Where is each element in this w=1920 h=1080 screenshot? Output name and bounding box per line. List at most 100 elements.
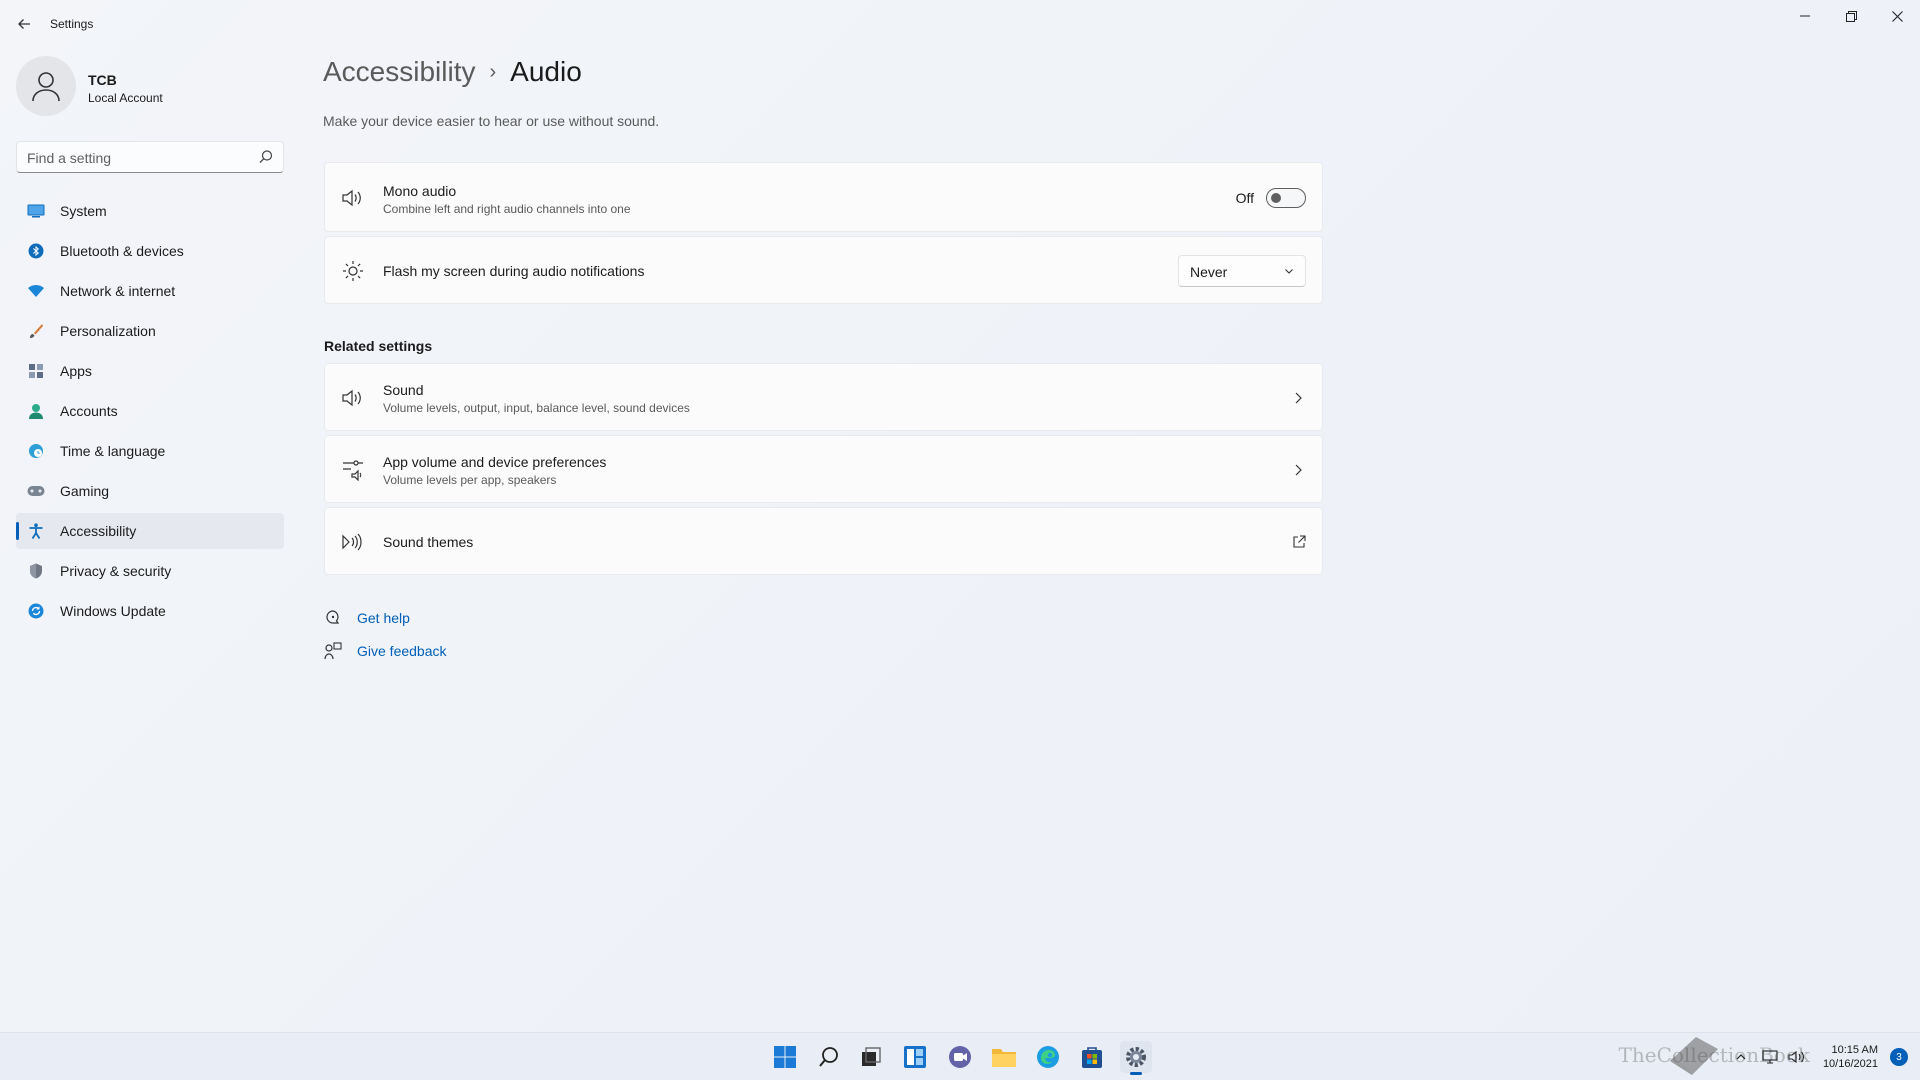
sound-subtitle: Volume levels, output, input, balance le… bbox=[383, 401, 690, 415]
taskbar: TheCollectionBook 10:15 AM 10/16/2021 3 bbox=[0, 1032, 1920, 1080]
clock-date: 10/16/2021 bbox=[1822, 1058, 1878, 1070]
mono-audio-state: Off bbox=[1235, 190, 1254, 206]
taskbar-clock[interactable]: 10:15 AM 10/16/2021 bbox=[1823, 1043, 1878, 1071]
sliders-speaker-icon bbox=[341, 458, 365, 482]
page-description: Make your device easier to hear or use w… bbox=[323, 113, 660, 129]
restore-icon bbox=[1845, 10, 1857, 22]
edge-button[interactable] bbox=[1032, 1041, 1064, 1073]
flash-screen-title: Flash my screen during audio notificatio… bbox=[383, 263, 645, 279]
sidebar-item-system[interactable]: System bbox=[16, 193, 284, 229]
widgets-icon bbox=[904, 1046, 926, 1068]
sidebar-item-gaming[interactable]: Gaming bbox=[16, 473, 284, 509]
sidebar-item-accessibility[interactable]: Accessibility bbox=[16, 513, 284, 549]
sound-title: Sound bbox=[383, 382, 424, 398]
feedback-icon bbox=[324, 642, 342, 660]
profile-name: TCB bbox=[88, 72, 117, 88]
edge-browser-icon bbox=[1037, 1046, 1059, 1068]
help-chat-icon bbox=[324, 609, 342, 627]
globe-clock-icon bbox=[26, 441, 46, 461]
sidebar-item-label: Windows Update bbox=[60, 603, 166, 619]
sidebar-item-apps[interactable]: Apps bbox=[16, 353, 284, 389]
sidebar-item-label: Bluetooth & devices bbox=[60, 243, 184, 259]
toggle-knob bbox=[1271, 193, 1281, 203]
flash-screen-dropdown[interactable]: Never bbox=[1178, 255, 1306, 287]
settings-taskbar-button[interactable] bbox=[1120, 1041, 1152, 1075]
external-link-icon bbox=[1293, 535, 1306, 548]
give-feedback-link[interactable]: Give feedback bbox=[324, 642, 447, 660]
task-view-button[interactable] bbox=[855, 1041, 887, 1073]
breadcrumb: Accessibility › Audio bbox=[323, 56, 582, 88]
speaker-icon bbox=[341, 186, 365, 210]
profile-account-type: Local Account bbox=[88, 91, 163, 105]
file-explorer-button[interactable] bbox=[988, 1041, 1020, 1073]
mono-audio-toggle[interactable] bbox=[1266, 188, 1306, 208]
chat-button[interactable] bbox=[944, 1041, 976, 1073]
sidebar-item-label: Apps bbox=[60, 363, 92, 379]
sidebar-item-label: Network & internet bbox=[60, 283, 176, 299]
restore-button[interactable] bbox=[1828, 0, 1874, 32]
breadcrumb-parent[interactable]: Accessibility bbox=[323, 56, 475, 88]
sound-themes-card[interactable]: Sound themes bbox=[324, 507, 1323, 575]
close-button[interactable] bbox=[1874, 0, 1920, 32]
sidebar-item-network[interactable]: Network & internet bbox=[16, 273, 284, 309]
chevron-down-icon bbox=[1285, 269, 1293, 274]
back-button[interactable] bbox=[10, 10, 38, 38]
clock-time: 10:15 AM bbox=[1831, 1044, 1878, 1056]
sidebar-item-privacy[interactable]: Privacy & security bbox=[16, 553, 284, 589]
search-icon bbox=[259, 150, 273, 163]
app-volume-subtitle: Volume levels per app, speakers bbox=[383, 473, 557, 487]
chevron-right-icon bbox=[1295, 464, 1302, 476]
mono-audio-subtitle: Combine left and right audio channels in… bbox=[383, 202, 631, 216]
minimize-icon bbox=[1800, 15, 1810, 17]
sidebar-item-bluetooth[interactable]: Bluetooth & devices bbox=[16, 233, 284, 269]
sound-card[interactable]: Sound Volume levels, output, input, bala… bbox=[324, 363, 1323, 431]
system-tray bbox=[1734, 1033, 1806, 1080]
store-icon bbox=[1082, 1047, 1102, 1068]
volume-icon[interactable] bbox=[1788, 1050, 1806, 1064]
apps-icon bbox=[26, 361, 46, 381]
app-volume-card[interactable]: App volume and device preferences Volume… bbox=[324, 435, 1323, 503]
sidebar-item-personalization[interactable]: Personalization bbox=[16, 313, 284, 349]
windows-logo-icon bbox=[774, 1046, 796, 1068]
widgets-button[interactable] bbox=[899, 1041, 931, 1073]
notification-badge[interactable]: 3 bbox=[1890, 1048, 1908, 1066]
gear-icon bbox=[1126, 1047, 1146, 1067]
sound-wave-icon bbox=[341, 530, 365, 554]
search-input[interactable]: Find a setting bbox=[16, 141, 284, 173]
app-title: Settings bbox=[50, 17, 94, 31]
network-display-icon[interactable] bbox=[1762, 1050, 1778, 1064]
taskbar-search-button[interactable] bbox=[813, 1041, 845, 1073]
get-help-link[interactable]: Get help bbox=[324, 609, 410, 627]
mono-audio-card: Mono audio Combine left and right audio … bbox=[324, 162, 1323, 232]
chat-icon bbox=[949, 1046, 971, 1068]
task-view-icon bbox=[862, 1047, 881, 1066]
sidebar-item-label: Personalization bbox=[60, 323, 156, 339]
search-placeholder: Find a setting bbox=[27, 150, 112, 166]
sidebar-item-label: Gaming bbox=[60, 483, 110, 499]
sidebar-item-time-language[interactable]: Time & language bbox=[16, 433, 284, 469]
title-bar: Settings bbox=[0, 0, 1920, 48]
speaker-icon bbox=[341, 386, 365, 410]
page-title: Audio bbox=[510, 56, 582, 87]
search-icon bbox=[819, 1047, 838, 1067]
dropdown-selected-value: Never bbox=[1190, 264, 1228, 280]
chevron-right-icon bbox=[1295, 392, 1302, 404]
app-volume-title: App volume and device preferences bbox=[383, 454, 607, 470]
active-app-indicator bbox=[1130, 1072, 1142, 1075]
sidebar-item-accounts[interactable]: Accounts bbox=[16, 393, 284, 429]
start-button[interactable] bbox=[769, 1041, 801, 1073]
folder-icon bbox=[992, 1049, 1016, 1067]
back-arrow-icon bbox=[18, 19, 30, 29]
store-button[interactable] bbox=[1076, 1041, 1108, 1073]
user-profile[interactable]: TCB Local Account bbox=[16, 56, 286, 120]
sidebar-item-windows-update[interactable]: Windows Update bbox=[16, 593, 284, 629]
minimize-button[interactable] bbox=[1782, 0, 1828, 32]
chevron-up-icon[interactable] bbox=[1734, 1050, 1748, 1064]
sound-themes-title: Sound themes bbox=[383, 534, 474, 550]
sidebar-nav: System Bluetooth & devices Network & int… bbox=[16, 193, 284, 633]
give-feedback-label: Give feedback bbox=[357, 643, 447, 659]
sidebar-item-label: Time & language bbox=[60, 443, 166, 459]
person-avatar-icon bbox=[32, 72, 60, 102]
brush-icon bbox=[26, 321, 46, 341]
sidebar-item-label: Accounts bbox=[60, 403, 118, 419]
